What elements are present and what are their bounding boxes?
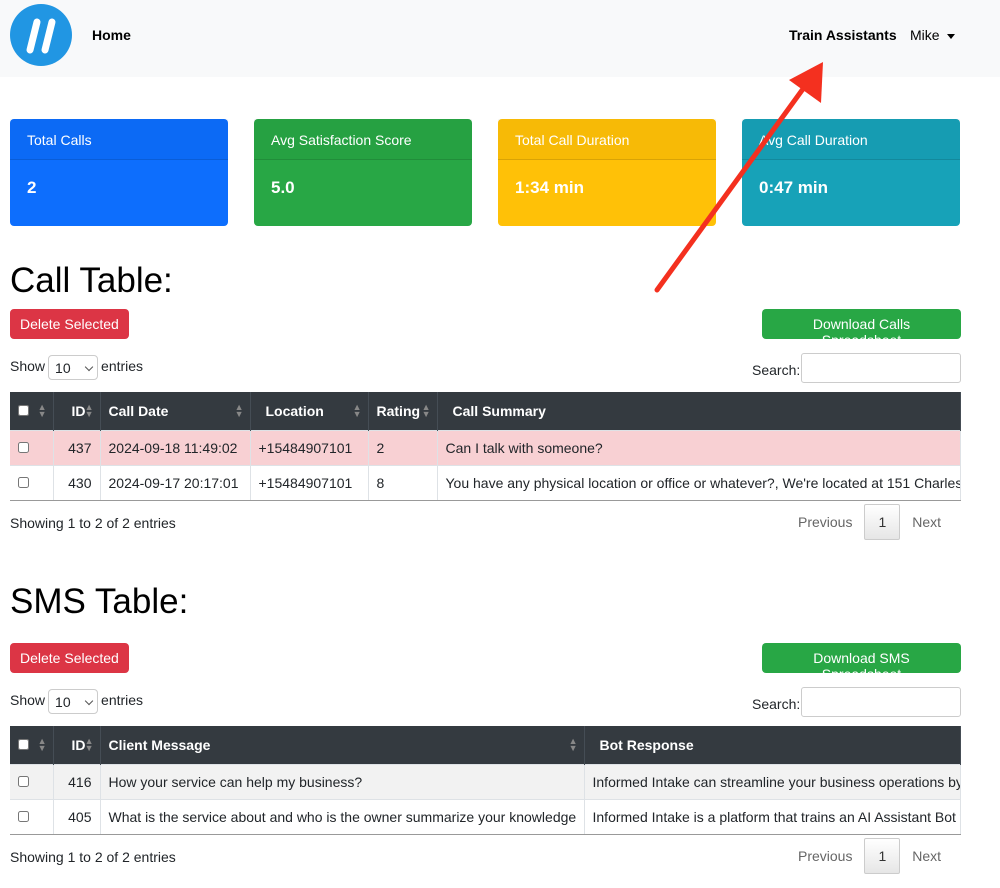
row-checkbox[interactable]: [18, 775, 29, 787]
search-label: Search:: [752, 362, 801, 378]
sms-search: Search:: [752, 687, 961, 717]
download-sms-button[interactable]: Download SMS Spreadsheet: [762, 643, 961, 682]
cell-id: 430: [53, 464, 101, 501]
sort-icon: ▲ ▼: [84, 736, 94, 753]
navbar: Home Train Assistants Mike: [0, 0, 1000, 77]
cell-message: How your service can help my business?: [100, 763, 585, 799]
cell-id: 416: [53, 763, 101, 799]
nav-home-link[interactable]: Home: [92, 27, 131, 43]
entries-select[interactable]: 10: [48, 689, 99, 714]
previous-button[interactable]: Previous: [786, 848, 864, 864]
cell-message: What is the service about and who is the…: [100, 798, 585, 835]
card-value: 5.0: [271, 178, 295, 197]
table-header: ▲ ▼ ID ▲ ▼ Client Message ▲ ▼ Bot Response: [10, 726, 961, 764]
card-title: Total Calls: [10, 119, 228, 160]
table-row[interactable]: 405 What is the service about and who is…: [10, 798, 961, 835]
sms-table-heading: SMS Table:: [10, 582, 189, 621]
call-table-heading: Call Table:: [10, 261, 173, 300]
sms-pagination: Previous 1 Next: [786, 838, 953, 874]
select-all-checkbox[interactable]: [18, 738, 29, 750]
row-checkbox[interactable]: [18, 476, 29, 488]
card-avg-duration: Avg Call Duration 0:47 min: [742, 119, 960, 226]
card-total-duration: Total Call Duration 1:34 min: [498, 119, 716, 226]
nav-train-assistants-link[interactable]: Train Assistants: [789, 27, 897, 43]
select-all-header[interactable]: ▲ ▼: [10, 726, 54, 764]
user-name: Mike: [910, 27, 940, 43]
sort-icon: ▲ ▼: [37, 402, 47, 419]
logo[interactable]: [10, 4, 72, 66]
select-all-checkbox[interactable]: [18, 404, 29, 416]
caret-down-icon: [946, 33, 955, 39]
col-bot-response[interactable]: Bot Response: [584, 726, 961, 764]
cell-summary: You have any physical location or office…: [437, 464, 961, 501]
table-header: ▲ ▼ ID ▲ ▼ Call Date ▲ ▼ Location ▲ ▼ Rating ▲ ▼ …: [10, 392, 961, 430]
calls-search-input[interactable]: [801, 353, 961, 383]
table-row[interactable]: 416 How your service can help my busines…: [10, 763, 961, 799]
previous-button[interactable]: Previous: [786, 514, 864, 530]
calls-search: Search:: [752, 353, 961, 383]
entries-label: entries: [101, 692, 144, 709]
card-title: Total Call Duration: [498, 119, 716, 160]
sms-info: Showing 1 to 2 of 2 entries: [10, 849, 176, 865]
cell-response: Informed Intake can streamline your busi…: [584, 763, 961, 799]
col-call-date[interactable]: Call Date ▲ ▼: [100, 392, 251, 430]
sort-icon: ▲ ▼: [421, 402, 431, 419]
sort-icon: ▲ ▼: [37, 736, 47, 753]
cell-response: Informed Intake is a platform that train…: [584, 798, 961, 835]
col-call-summary[interactable]: Call Summary: [437, 392, 961, 430]
card-value: 0:47 min: [759, 178, 828, 197]
sort-icon: ▲ ▼: [352, 402, 362, 419]
calls-info: Showing 1 to 2 of 2 entries: [10, 515, 176, 531]
show-label: Show: [10, 358, 46, 375]
sort-icon: ▲ ▼: [234, 402, 244, 419]
table-row[interactable]: 430 2024-09-17 20:17:01 +15484907101 8 Y…: [10, 464, 961, 501]
select-all-header[interactable]: ▲ ▼: [10, 392, 54, 430]
next-button[interactable]: Next: [900, 514, 953, 530]
cell-date: 2024-09-17 20:17:01: [100, 464, 251, 501]
cell-location: +15484907101: [250, 429, 369, 465]
entries-label: entries: [101, 358, 144, 375]
call-table: ▲ ▼ ID ▲ ▼ Call Date ▲ ▼ Location ▲ ▼ Rating ▲ ▼ …: [10, 392, 961, 501]
page-1-button[interactable]: 1: [864, 838, 901, 874]
cell-rating: 2: [368, 429, 438, 465]
sort-icon: ▲ ▼: [84, 402, 94, 419]
col-id[interactable]: ID ▲ ▼: [53, 392, 101, 430]
page-1-button[interactable]: 1: [864, 504, 901, 540]
row-checkbox[interactable]: [18, 810, 29, 822]
cell-date: 2024-09-18 11:49:02: [100, 429, 251, 465]
cell-location: +15484907101: [250, 464, 369, 501]
card-title: Avg Call Duration: [742, 119, 960, 160]
col-client-message[interactable]: Client Message ▲ ▼: [100, 726, 585, 764]
delete-selected-calls-button[interactable]: Delete Selected: [10, 309, 129, 339]
entries-length: Show 10 entries: [10, 355, 143, 380]
col-rating[interactable]: Rating ▲ ▼: [368, 392, 438, 430]
card-value: 2: [27, 178, 37, 197]
cell-rating: 8: [368, 464, 438, 501]
table-row[interactable]: 437 2024-09-18 11:49:02 +15484907101 2 C…: [10, 429, 961, 465]
card-total-calls: Total Calls 2: [10, 119, 228, 226]
card-value: 1:34 min: [515, 178, 584, 197]
cell-id: 405: [53, 798, 101, 835]
card-avg-satisfaction: Avg Satisfaction Score 5.0: [254, 119, 472, 226]
search-label: Search:: [752, 696, 801, 712]
user-menu-dropdown[interactable]: Mike: [910, 27, 955, 43]
col-location[interactable]: Location ▲ ▼: [250, 392, 369, 430]
next-button[interactable]: Next: [900, 848, 953, 864]
sort-icon: ▲ ▼: [568, 736, 578, 753]
row-checkbox[interactable]: [18, 441, 29, 453]
cell-id: 437: [53, 429, 101, 465]
show-label: Show: [10, 692, 46, 709]
calls-pagination: Previous 1 Next: [786, 504, 953, 540]
sms-search-input[interactable]: [801, 687, 961, 717]
col-id[interactable]: ID ▲ ▼: [53, 726, 101, 764]
entries-length: Show 10 entries: [10, 689, 143, 714]
cell-summary: Can I talk with someone?: [437, 429, 961, 465]
delete-selected-sms-button[interactable]: Delete Selected: [10, 643, 129, 673]
entries-select[interactable]: 10: [48, 355, 99, 380]
card-title: Avg Satisfaction Score: [254, 119, 472, 160]
sms-table: ▲ ▼ ID ▲ ▼ Client Message ▲ ▼ Bot Response 41…: [10, 726, 961, 835]
download-calls-button[interactable]: Download Calls Spreadsheet: [762, 309, 961, 348]
